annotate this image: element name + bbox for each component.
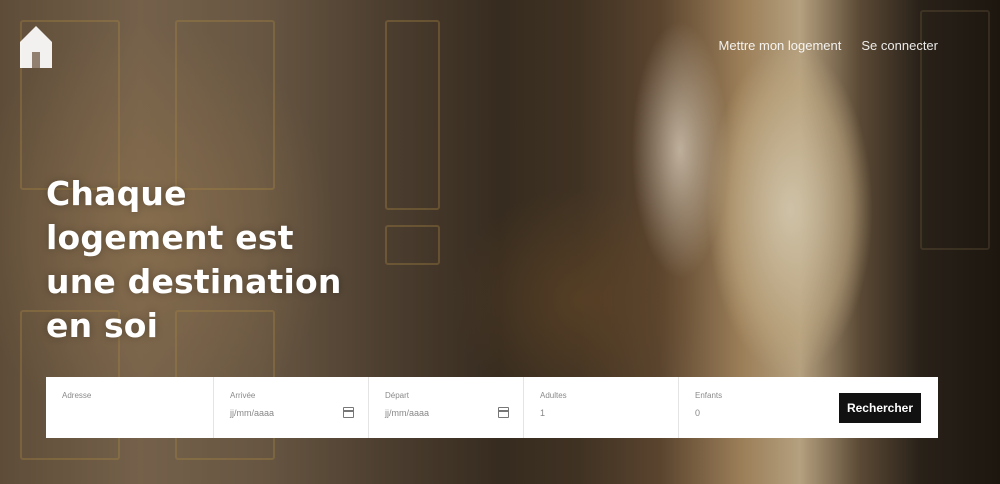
search-bar: Adresse Arrivée jj/mm/aaaa Départ jj/mm/… bbox=[46, 377, 938, 438]
adults-label: Adultes bbox=[540, 391, 567, 400]
house-logo-icon[interactable] bbox=[18, 24, 54, 70]
address-label: Adresse bbox=[62, 391, 92, 400]
nav-host-link[interactable]: Mettre mon logement bbox=[719, 38, 842, 53]
children-label: Enfants bbox=[695, 391, 723, 400]
search-button-wrap: Rechercher bbox=[834, 377, 938, 438]
hero-headline: Chaque logement est une destination en s… bbox=[46, 172, 376, 348]
headline-line: logement est bbox=[46, 218, 294, 257]
headline-line: en soi bbox=[46, 306, 159, 345]
checkin-label: Arrivée bbox=[230, 391, 256, 400]
search-button[interactable]: Rechercher bbox=[839, 392, 921, 423]
headline-line: Chaque bbox=[46, 174, 187, 213]
top-nav: Mettre mon logement Se connecter bbox=[719, 38, 938, 53]
calendar-icon[interactable] bbox=[498, 407, 509, 418]
calendar-icon[interactable] bbox=[343, 407, 354, 418]
checkout-field[interactable]: Départ jj/mm/aaaa bbox=[369, 377, 524, 438]
children-field[interactable]: Enfants 0 bbox=[679, 377, 834, 438]
checkout-label: Départ bbox=[385, 391, 410, 400]
headline-line: une destination bbox=[46, 262, 342, 301]
address-field[interactable]: Adresse bbox=[46, 377, 214, 438]
checkin-input[interactable]: jj/mm/aaaa bbox=[230, 408, 352, 418]
adults-input[interactable]: 1 bbox=[540, 408, 662, 418]
adults-field[interactable]: Adultes 1 bbox=[524, 377, 679, 438]
checkin-field[interactable]: Arrivée jj/mm/aaaa bbox=[214, 377, 369, 438]
nav-login-link[interactable]: Se connecter bbox=[861, 38, 938, 53]
children-input[interactable]: 0 bbox=[695, 408, 818, 418]
checkout-input[interactable]: jj/mm/aaaa bbox=[385, 408, 507, 418]
